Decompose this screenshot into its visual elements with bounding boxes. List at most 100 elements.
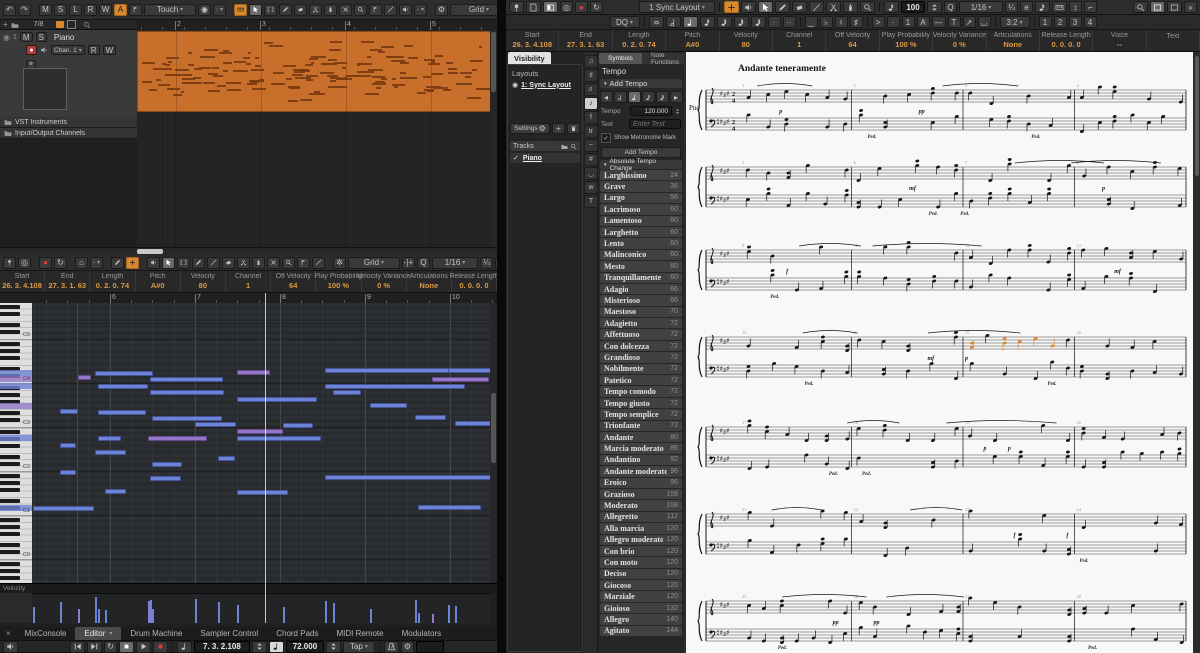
tempo-item-maestoso[interactable]: Maestoso 70 bbox=[600, 306, 682, 318]
tempo-item-lamentoso[interactable]: Lamentoso 60 bbox=[600, 215, 682, 226]
midi-note[interactable] bbox=[98, 436, 121, 441]
redo-icon[interactable]: ↷ bbox=[18, 3, 31, 16]
go-to-end-button[interactable] bbox=[86, 640, 102, 653]
line-tool[interactable] bbox=[312, 256, 325, 269]
insert-mode-select[interactable]: ▾ bbox=[213, 3, 226, 16]
tempo-item-moderato[interactable]: Moderato 108 bbox=[600, 500, 682, 511]
tempo-item-misterioso[interactable]: Misterioso 66 bbox=[600, 295, 682, 306]
velocity-bar[interactable] bbox=[152, 609, 154, 623]
black-key[interactable] bbox=[0, 455, 20, 459]
note-half-button[interactable] bbox=[665, 16, 681, 28]
velocity-bar[interactable] bbox=[415, 600, 417, 623]
tempo-item-tempo-giusto[interactable]: Tempo giusto 72 bbox=[600, 397, 682, 409]
midi-note[interactable] bbox=[415, 415, 446, 420]
glue-tool[interactable] bbox=[843, 1, 858, 13]
tab-symbols[interactable]: Symbols bbox=[599, 53, 642, 64]
text-symbol-icon[interactable]: T bbox=[584, 195, 598, 208]
midi-note[interactable] bbox=[237, 397, 317, 402]
snap-gear-icon[interactable]: ⚙ bbox=[435, 3, 448, 16]
velocity-bar[interactable] bbox=[33, 607, 35, 623]
black-key[interactable] bbox=[0, 444, 20, 448]
tempo-item-marziale[interactable]: Marziale 120 bbox=[600, 591, 682, 602]
velocity-bar[interactable] bbox=[195, 599, 197, 623]
velocity-bar[interactable] bbox=[448, 605, 450, 623]
snap-icon[interactable]: ✲ bbox=[333, 256, 346, 269]
velocity-bar[interactable] bbox=[60, 602, 62, 623]
step-input-icon[interactable] bbox=[1035, 1, 1050, 13]
score-vscrollbar[interactable] bbox=[1194, 52, 1200, 653]
comp-tool[interactable] bbox=[369, 3, 382, 16]
info-field-play-probability[interactable]: Play Probability 100 % bbox=[880, 30, 934, 51]
layout-settings-button[interactable]: Settings ⚙ bbox=[510, 123, 550, 134]
solo-editor-button[interactable]: ◎ bbox=[18, 256, 31, 269]
mute-tool[interactable] bbox=[267, 256, 280, 269]
lower-zone-tab-midi-remote[interactable]: MIDI Remote bbox=[327, 627, 392, 640]
velocity-bar[interactable] bbox=[150, 600, 152, 623]
tempo-stepper[interactable] bbox=[674, 108, 681, 115]
black-key[interactable] bbox=[0, 543, 20, 547]
add-layout-button[interactable]: + bbox=[552, 123, 565, 134]
zoom-tool[interactable] bbox=[354, 3, 367, 16]
text-button[interactable]: A bbox=[916, 16, 930, 28]
black-key[interactable] bbox=[0, 488, 20, 492]
solo-button[interactable]: S bbox=[54, 3, 67, 16]
flat-button[interactable]: ♭ bbox=[819, 16, 833, 28]
velocity-bar[interactable] bbox=[418, 613, 420, 623]
tempo-item-larghissimo[interactable]: Larghissimo 24 bbox=[600, 170, 682, 181]
black-key[interactable] bbox=[0, 349, 20, 353]
crosshair-icon[interactable] bbox=[724, 1, 739, 13]
info-field-end[interactable]: End 27. 3. 1. 63 bbox=[559, 30, 613, 51]
undo-icon[interactable]: ↶ bbox=[3, 3, 16, 16]
velocity-bar[interactable] bbox=[78, 609, 80, 623]
search-icon[interactable] bbox=[570, 143, 577, 150]
note-eighth-button[interactable] bbox=[699, 16, 715, 28]
midi-note[interactable] bbox=[98, 384, 148, 389]
listen-button[interactable]: L bbox=[69, 3, 82, 16]
grid-select[interactable]: Grid ▾ bbox=[348, 256, 400, 269]
split-tool[interactable] bbox=[237, 256, 250, 269]
lower-zone-tab-sampler-control[interactable]: Sampler Control bbox=[191, 627, 267, 640]
zone-right-toggle[interactable] bbox=[1167, 1, 1182, 13]
monitor-icon[interactable]: ◉ bbox=[198, 3, 211, 16]
trim-tool[interactable] bbox=[207, 256, 220, 269]
tempo-text-field[interactable]: Enter Text bbox=[629, 119, 681, 129]
midi-input-icon[interactable] bbox=[1052, 1, 1067, 13]
midi-note[interactable] bbox=[95, 371, 153, 376]
velocity-bar[interactable] bbox=[455, 606, 457, 623]
lower-zone-tab-drum-machine[interactable]: Drum Machine bbox=[121, 627, 191, 640]
info-field-articulations[interactable]: Articulations None bbox=[407, 271, 452, 292]
q-panel-icon[interactable]: e bbox=[1020, 1, 1033, 13]
midi-note[interactable] bbox=[448, 368, 490, 373]
half-note-button[interactable] bbox=[613, 91, 627, 103]
click-settings-icon[interactable]: ⚙ bbox=[400, 640, 415, 653]
tempo-item-giocoso[interactable]: Giocoso 120 bbox=[600, 580, 682, 591]
add-track-icon[interactable]: + bbox=[3, 20, 8, 29]
black-key[interactable] bbox=[0, 474, 20, 478]
tempo-value-field[interactable]: 120.000 bbox=[630, 106, 672, 116]
comp-tool[interactable] bbox=[297, 256, 310, 269]
note-16th-button[interactable] bbox=[716, 16, 732, 28]
glue-tool[interactable] bbox=[324, 3, 337, 16]
tempo-item-allegro[interactable]: Allegro 140 bbox=[600, 614, 682, 625]
tempo-item-andante[interactable]: Andante 80 bbox=[600, 431, 682, 443]
staccato-button[interactable]: · bbox=[886, 16, 900, 28]
iq-icon[interactable]: ¼ bbox=[1005, 1, 1018, 13]
zoom-tool[interactable] bbox=[860, 1, 875, 13]
fingering-button[interactable]: 1 bbox=[901, 16, 915, 28]
info-field-articulations[interactable]: Articulations None bbox=[987, 30, 1040, 51]
part-border-icon[interactable]: ⌂ bbox=[75, 256, 88, 269]
cycle-button[interactable]: ↻ bbox=[103, 640, 117, 653]
midi-note[interactable] bbox=[60, 443, 76, 448]
position-note-icon[interactable] bbox=[176, 640, 192, 653]
black-key[interactable] bbox=[0, 330, 20, 334]
midi-note[interactable] bbox=[218, 456, 235, 461]
marker-button[interactable]: T bbox=[947, 16, 961, 28]
tempo-item-marcia-moderato[interactable]: Marcia moderato 86 bbox=[600, 443, 682, 454]
tempo-item-grazioso[interactable]: Grazioso 108 bbox=[600, 488, 682, 500]
edit-mode-toggle[interactable] bbox=[543, 1, 558, 13]
black-key[interactable] bbox=[0, 562, 20, 566]
add-tempo-header[interactable]: ▾ Add Tempo bbox=[600, 79, 682, 88]
metronome-button[interactable] bbox=[383, 640, 399, 653]
black-key[interactable] bbox=[0, 576, 20, 580]
velocity-bar[interactable] bbox=[283, 607, 285, 623]
